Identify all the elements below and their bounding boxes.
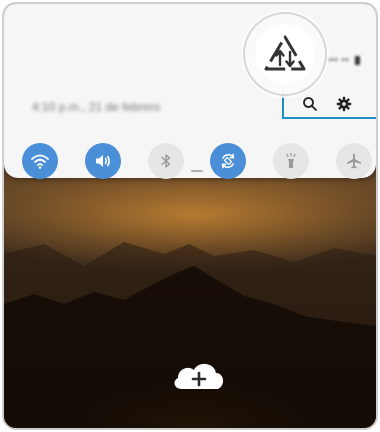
callout-line-horizontal <box>282 117 376 119</box>
search-button[interactable] <box>300 94 320 114</box>
callout-icon-holder <box>255 24 315 84</box>
phone-frame: ▪▪▪ ▪▪ 4:10 p.m., 21 de febrero <box>2 2 378 430</box>
toggle-airplane[interactable] <box>335 143 372 179</box>
volume-icon <box>95 155 110 167</box>
add-widget-button[interactable] <box>170 357 228 398</box>
cloud-add-icon <box>174 363 224 389</box>
date-time: 4:10 p.m., 21 de febrero <box>32 100 161 114</box>
toggle-sound[interactable] <box>84 143 121 179</box>
data-saver-icon <box>264 35 306 71</box>
bluetooth-icon <box>160 154 170 168</box>
rotate-icon <box>222 153 235 169</box>
status-text: ▪▪▪ ▪▪ <box>326 54 349 66</box>
panel-actions <box>300 94 354 114</box>
quick-toggles <box>22 141 372 181</box>
toggle-bluetooth[interactable] <box>147 143 184 179</box>
gear-icon <box>336 96 352 112</box>
airplane-icon <box>346 153 361 169</box>
toggle-flashlight[interactable] <box>273 143 310 179</box>
panel-drag-handle[interactable] <box>191 170 203 172</box>
toggle-auto-rotate[interactable] <box>210 143 247 179</box>
search-icon <box>303 97 317 111</box>
status-indicators: ▪▪▪ ▪▪ <box>326 54 360 66</box>
toggle-wifi[interactable] <box>22 143 58 179</box>
callout-magnifier <box>243 12 327 96</box>
wifi-icon <box>31 154 49 169</box>
flashlight-icon <box>286 152 296 168</box>
settings-button[interactable] <box>334 94 354 114</box>
battery-icon <box>355 55 360 65</box>
